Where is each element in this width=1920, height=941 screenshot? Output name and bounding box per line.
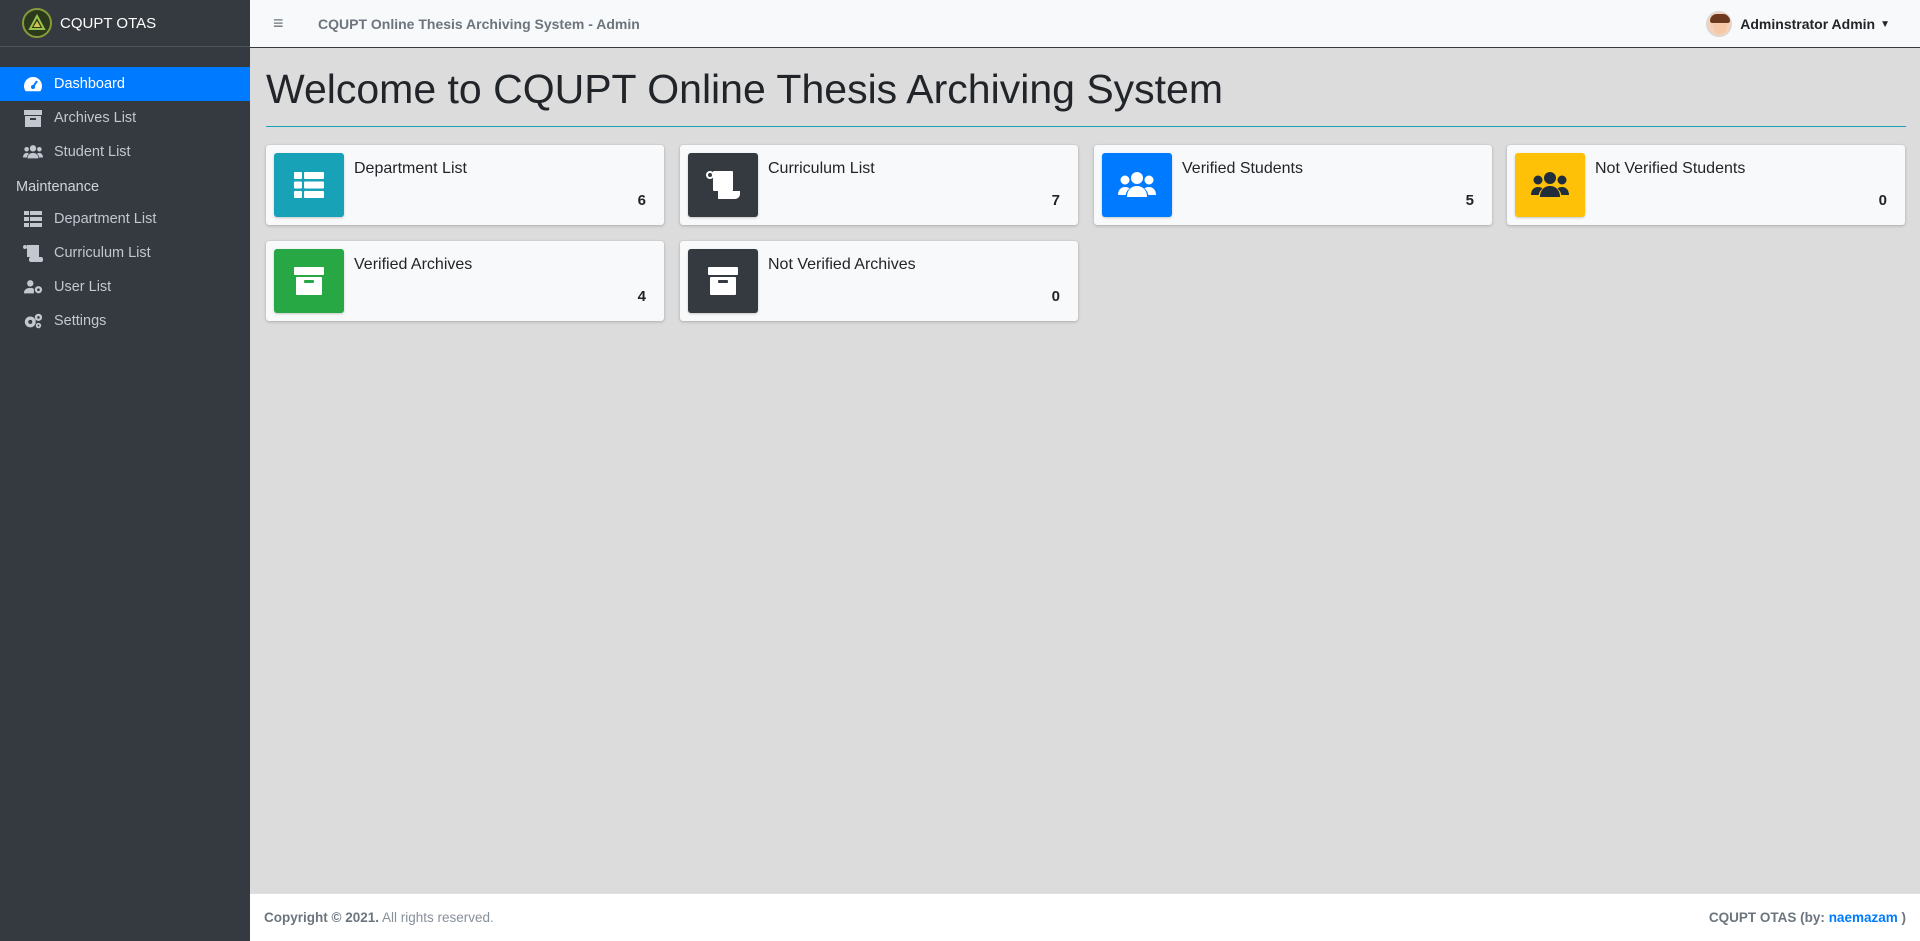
tachometer-icon (23, 74, 43, 94)
brand-logo-icon (22, 8, 52, 38)
info-box-label: Not Verified Archives (768, 256, 916, 273)
info-box-value: 0 (1051, 288, 1060, 305)
sidebar-item-label: User List (54, 279, 112, 295)
archive-icon (23, 108, 43, 128)
th-list-icon (23, 209, 43, 229)
sidebar: CQUPT OTAS Dashboard Archives List Stude… (0, 0, 250, 941)
sidebar-item-label: Student List (54, 144, 131, 160)
info-box-label: Not Verified Students (1595, 160, 1746, 177)
sidebar-item-curriculum-list[interactable]: Curriculum List (0, 236, 250, 270)
sidebar-item-settings[interactable]: Settings (0, 304, 250, 338)
main-content: Welcome to CQUPT Online Thesis Archiving… (250, 48, 1920, 893)
info-box-verified-archives[interactable]: Verified Archives 4 (266, 241, 664, 321)
archive-icon (274, 249, 344, 313)
info-box-label: Department List (354, 160, 467, 177)
sidebar-item-label: Curriculum List (54, 245, 151, 261)
info-box-department-list[interactable]: Department List 6 (266, 145, 664, 225)
footer: Copyright © 2021. All rights reserved. C… (250, 893, 1920, 941)
scroll-icon (688, 153, 758, 217)
sidebar-item-archives[interactable]: Archives List (0, 101, 250, 135)
info-box-label: Curriculum List (768, 160, 875, 177)
footer-copyright: Copyright © 2021. All rights reserved. (264, 910, 494, 925)
sidebar-item-department-list[interactable]: Department List (0, 202, 250, 236)
info-box-label: Verified Archives (354, 256, 473, 273)
info-box-label: Verified Students (1182, 160, 1303, 177)
caret-down-icon: ▼ (1880, 18, 1890, 30)
nav-header-maintenance: Maintenance (16, 179, 100, 195)
users-icon (23, 142, 43, 162)
sidebar-item-students[interactable]: Student List (0, 135, 250, 169)
info-box-value: 7 (1051, 192, 1060, 209)
info-box-value: 5 (1465, 192, 1474, 209)
author-link[interactable]: naemazam (1829, 910, 1898, 925)
title-divider (266, 126, 1906, 127)
th-list-icon (274, 153, 344, 217)
info-box-verified-students[interactable]: Verified Students 5 (1094, 145, 1492, 225)
archive-icon (688, 249, 758, 313)
info-box-value: 4 (637, 288, 646, 305)
avatar (1706, 11, 1733, 37)
sidebar-item-label: Department List (54, 211, 157, 227)
sidebar-item-label: Settings (54, 313, 107, 329)
credit-prefix: CQUPT OTAS (by: (1708, 910, 1825, 925)
sidebar-item-label: Dashboard (54, 76, 125, 92)
page-title: Welcome to CQUPT Online Thesis Archiving… (266, 66, 1224, 112)
top-navbar: ≡ CQUPT Online Thesis Archiving System -… (250, 0, 1920, 48)
brand-name: CQUPT OTAS (60, 14, 157, 32)
users-icon (1102, 153, 1172, 217)
credit-suffix: ) (1901, 910, 1907, 925)
copyright-text: Copyright © 2021. (264, 910, 379, 925)
hamburger-icon[interactable]: ≡ (273, 13, 293, 34)
info-box-not-verified-archives[interactable]: Not Verified Archives 0 (680, 241, 1078, 321)
cogs-icon (23, 311, 43, 331)
user-menu-dropdown[interactable]: Adminstrator Admin ▼ (1706, 11, 1890, 37)
info-box-value: 0 (1878, 192, 1887, 209)
info-box-value: 6 (637, 192, 646, 209)
sidebar-nav: Dashboard Archives List Student List Mai… (0, 47, 250, 338)
sidebar-item-label: Archives List (54, 110, 137, 126)
rights-text: All rights reserved. (382, 910, 494, 925)
sidebar-item-user-list[interactable]: User List (0, 270, 250, 304)
scroll-icon (23, 243, 43, 263)
brand-link[interactable]: CQUPT OTAS (0, 0, 250, 47)
user-name: Adminstrator Admin (1740, 16, 1876, 32)
footer-credit: CQUPT OTAS (by: naemazam ) (1709, 910, 1906, 925)
users-icon (1515, 153, 1585, 217)
system-title: CQUPT Online Thesis Archiving System - A… (318, 15, 640, 32)
info-box-curriculum-list[interactable]: Curriculum List 7 (680, 145, 1078, 225)
info-box-not-verified-students[interactable]: Not Verified Students 0 (1507, 145, 1905, 225)
users-cog-icon (23, 277, 43, 297)
sidebar-item-dashboard[interactable]: Dashboard (0, 67, 250, 101)
